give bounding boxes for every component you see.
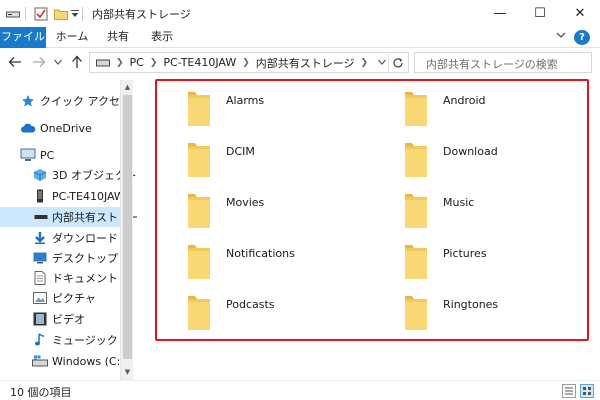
nav-item-desktop[interactable]: デスクトップ: [32, 248, 118, 268]
nav-item-label: ドキュメント: [52, 272, 118, 285]
nav-item-quick-access[interactable]: クイック アクセス: [20, 91, 131, 111]
new-folder-icon[interactable]: [54, 6, 68, 22]
nav-item-pictures[interactable]: ピクチャ: [32, 288, 96, 308]
details-view-icon[interactable]: [562, 384, 576, 398]
nav-item-label: PC-TE410JAW: [52, 189, 125, 203]
cloud-icon: [20, 120, 36, 136]
breadcrumb-device[interactable]: PC-TE410JAW: [163, 56, 236, 69]
nav-item-label: 内部共有ストレージ: [52, 211, 151, 224]
nav-item-pc[interactable]: PC: [20, 145, 54, 165]
nav-item-label: ダウンロード: [52, 232, 118, 245]
chevron-right-icon[interactable]: ❯: [116, 58, 124, 68]
cube-icon: [32, 167, 48, 183]
tab-view[interactable]: 表示: [142, 27, 182, 48]
chevron-right-icon[interactable]: ❯: [150, 58, 158, 68]
desktop-icon: [32, 250, 48, 266]
nav-item-label: OneDrive: [40, 121, 92, 135]
title-separator: [82, 7, 83, 21]
help-button[interactable]: ?: [574, 30, 590, 45]
refresh-button[interactable]: [388, 54, 406, 72]
nav-item-label: PC: [40, 148, 55, 162]
drive-icon: [34, 209, 48, 225]
item-count: 10 個の項目: [10, 386, 72, 399]
address-bar[interactable]: ❯ PC ❯ PC-TE410JAW ❯ 内部共有ストレージ ❯: [89, 52, 409, 73]
status-bar: 10 個の項目: [0, 380, 600, 400]
nav-item-downloads[interactable]: ダウンロード: [32, 228, 118, 248]
drive-icon: [96, 59, 110, 67]
windows-drive-icon: [32, 353, 48, 369]
navigation-scrollbar[interactable]: ▲ ▼: [120, 80, 133, 380]
back-button[interactable]: [6, 53, 24, 71]
video-icon: [32, 311, 48, 327]
nav-item-music[interactable]: ミュージック: [32, 330, 118, 350]
breadcrumb-pc[interactable]: PC: [130, 56, 144, 69]
navigation-pane: クイック アクセス OneDrive PC 3D オブジェクト PC-TE410…: [0, 80, 151, 380]
nav-item-device[interactable]: PC-TE410JAW: [32, 186, 125, 206]
recent-locations-icon[interactable]: [52, 53, 64, 71]
drive-icon[interactable]: [6, 6, 20, 22]
nav-item-label: ビデオ: [52, 313, 85, 326]
customize-toolbar-icon[interactable]: [70, 6, 80, 22]
up-button[interactable]: [68, 53, 86, 71]
tab-file[interactable]: ファイル: [0, 27, 46, 48]
scrollbar-thumb[interactable]: [123, 95, 132, 359]
nav-item-label: Windows (C:): [52, 354, 125, 368]
close-button[interactable]: ✕: [560, 0, 600, 27]
window-title: 内部共有ストレージ: [92, 8, 191, 21]
maximize-button[interactable]: ☐: [520, 0, 560, 27]
nav-item-videos[interactable]: ビデオ: [32, 309, 85, 329]
nav-item-label: クイック アクセス: [40, 95, 131, 108]
download-icon: [32, 230, 48, 246]
computer-icon: [20, 147, 36, 163]
phone-icon: [32, 188, 48, 204]
music-icon: [32, 332, 48, 348]
search-input[interactable]: 内部共有ストレージの検索: [426, 56, 558, 72]
properties-icon[interactable]: [34, 6, 48, 22]
address-row: ❯ PC ❯ PC-TE410JAW ❯ 内部共有ストレージ ❯ 内部共有ストレ…: [0, 48, 600, 77]
forward-button[interactable]: [30, 53, 48, 71]
nav-item-internal-storage[interactable]: 内部共有ストレージ: [0, 207, 151, 227]
search-box[interactable]: 内部共有ストレージの検索: [414, 52, 592, 73]
chevron-right-icon[interactable]: ❯: [242, 58, 250, 68]
nav-item-label: ミュージック: [52, 334, 118, 347]
nav-item-onedrive[interactable]: OneDrive: [20, 118, 92, 138]
scroll-up-icon[interactable]: ▲: [121, 81, 134, 94]
address-history-icon[interactable]: [378, 56, 386, 71]
ribbon-tabs: ファイル ホーム 共有 表示 ?: [0, 27, 600, 48]
tab-share[interactable]: 共有: [100, 27, 136, 48]
large-icons-view-icon[interactable]: [580, 384, 594, 398]
separator: [24, 6, 28, 22]
nav-item-windows-c[interactable]: Windows (C:): [32, 351, 125, 371]
picture-icon: [32, 290, 48, 306]
minimize-button[interactable]: —: [480, 0, 520, 27]
scroll-down-icon[interactable]: ▼: [121, 366, 134, 379]
tab-home[interactable]: ホーム: [50, 27, 94, 48]
nav-item-label: デスクトップ: [52, 252, 118, 265]
title-bar: 内部共有ストレージ — ☐ ✕: [0, 0, 600, 27]
chevron-right-icon[interactable]: ❯: [361, 58, 369, 68]
expand-ribbon-icon[interactable]: [556, 31, 566, 42]
nav-item-label: ピクチャ: [52, 292, 96, 305]
document-icon: [32, 270, 48, 286]
nav-item-documents[interactable]: ドキュメント: [32, 268, 118, 288]
breadcrumb-storage[interactable]: 内部共有ストレージ: [256, 55, 355, 71]
highlight-frame: [155, 79, 589, 341]
star-icon: [20, 93, 36, 109]
